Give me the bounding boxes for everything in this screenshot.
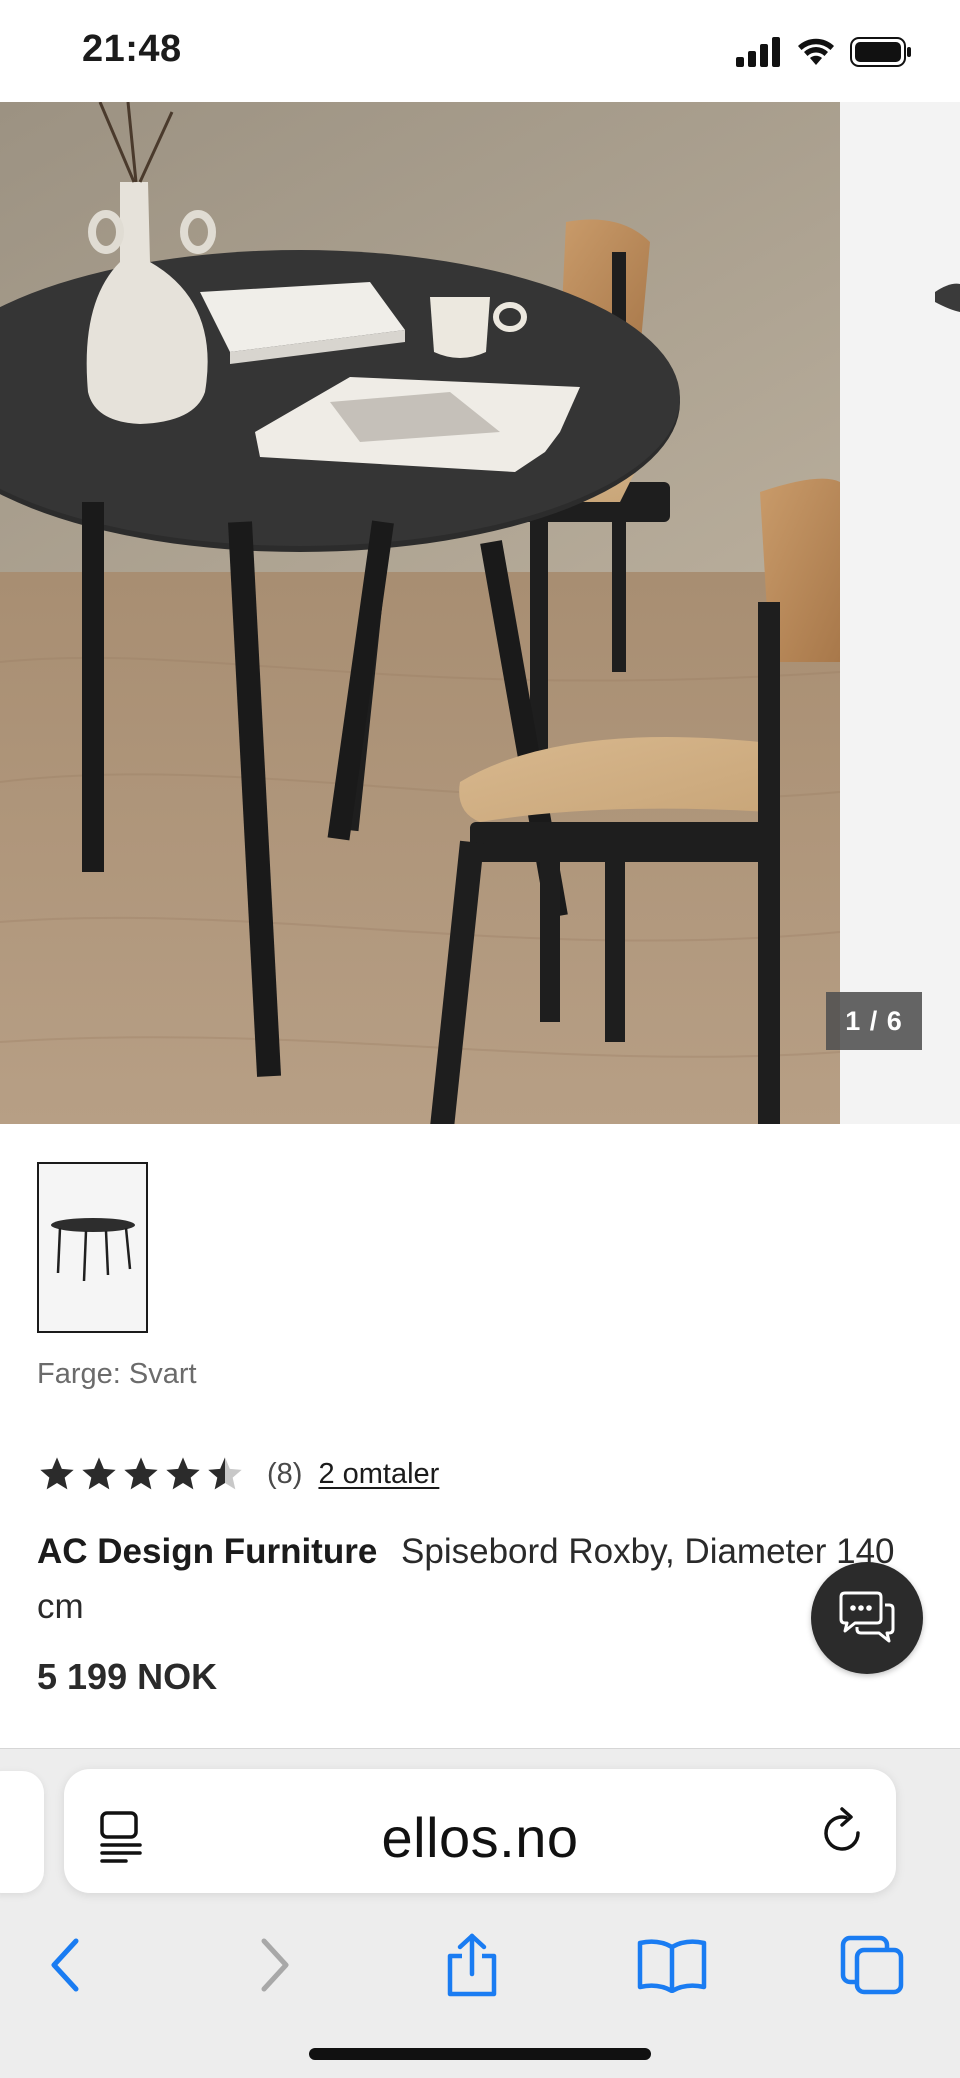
color-label: Farge: Svart [37, 1358, 197, 1390]
wifi-icon [798, 38, 834, 65]
chat-button[interactable] [811, 1562, 923, 1674]
table-thumbnail-icon [50, 1217, 135, 1281]
reviews-link[interactable]: 2 omtaler [318, 1458, 439, 1491]
address-bar[interactable]: ellos.no [64, 1769, 896, 1893]
tabs-button[interactable] [832, 1925, 912, 2005]
status-bar: 21:48 [0, 0, 960, 102]
brand-name[interactable]: AC Design Furniture [37, 1532, 377, 1571]
chat-icon [839, 1591, 895, 1643]
product-image-gallery[interactable]: 1 / 6 [0, 102, 960, 1124]
star-full-icon [82, 1457, 116, 1490]
color-variant-thumbnail[interactable] [37, 1162, 148, 1333]
rating-row: (8) 2 omtaler [37, 1452, 439, 1496]
home-indicator [309, 2048, 651, 2060]
forward-button[interactable] [234, 1925, 314, 2005]
image-page-indicator: 1 / 6 [826, 992, 922, 1050]
browser-toolbar [0, 1907, 960, 2017]
share-icon [447, 1933, 497, 1997]
next-product-photo-peek[interactable] [840, 102, 960, 1124]
rating-count: (8) [267, 1457, 303, 1490]
star-full-icon [124, 1457, 158, 1490]
rating-stars [37, 1454, 245, 1494]
product-price: 5 199 NOK [37, 1656, 218, 1697]
status-time: 21:48 [82, 28, 182, 70]
bookmarks-icon [637, 1939, 707, 1993]
browser-bottom-bar: ellos.no [0, 1748, 960, 2078]
product-photo[interactable] [0, 102, 840, 1124]
star-full-icon [166, 1457, 200, 1490]
back-icon [51, 1938, 79, 1992]
product-title: AC Design Furniture Spisebord Roxby, Dia… [37, 1524, 897, 1634]
url-text[interactable]: ellos.no [64, 1805, 896, 1870]
share-button[interactable] [432, 1925, 512, 2005]
signal-icon [736, 37, 780, 67]
status-icons [736, 34, 912, 70]
bookmarks-button[interactable] [632, 1925, 712, 2005]
star-half-icon [208, 1457, 242, 1490]
back-button[interactable] [26, 1925, 106, 2005]
star-full-icon [40, 1457, 74, 1490]
battery-icon [850, 37, 911, 67]
reload-icon[interactable] [818, 1807, 866, 1857]
forward-icon [261, 1938, 289, 1992]
tabs-icon [840, 1935, 904, 1995]
previous-tab-peek[interactable] [0, 1771, 44, 1893]
